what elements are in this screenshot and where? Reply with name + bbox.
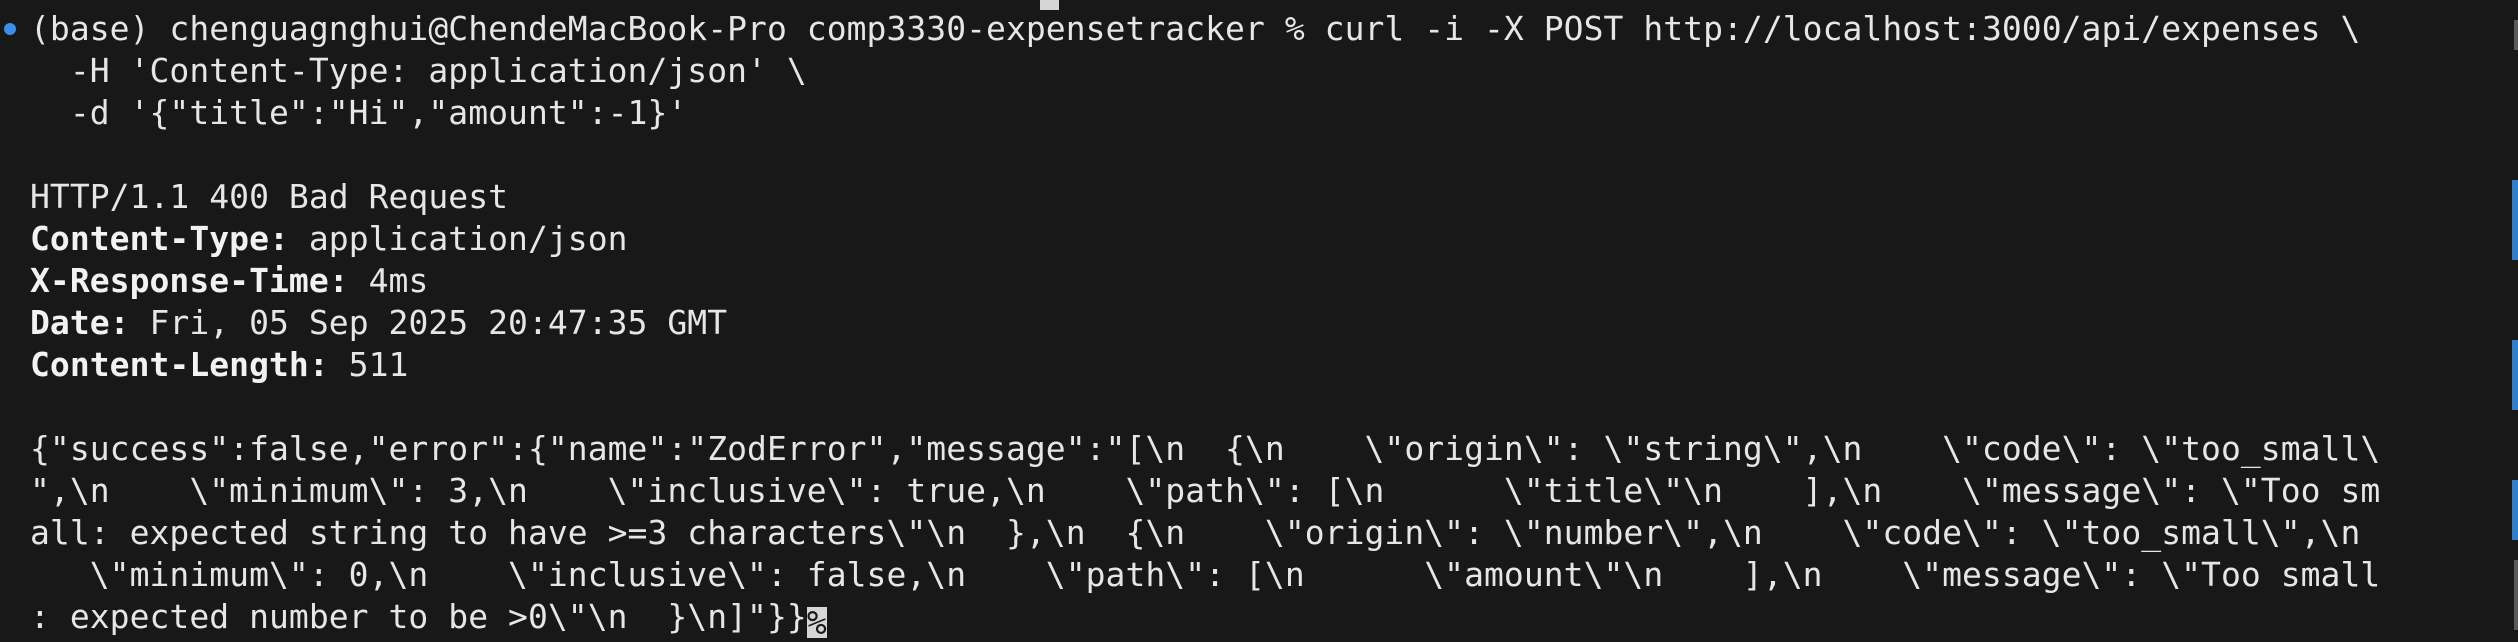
header-key: Content-Length: (30, 345, 329, 384)
response-body-line: ",\n \"minimum\": 3,\n \"inclusive\": tr… (30, 471, 2381, 510)
header-key: X-Response-Time: (30, 261, 349, 300)
scroll-mark (2514, 20, 2518, 50)
http-status-line: HTTP/1.1 400 Bad Request (30, 177, 509, 216)
header-response-time: X-Response-Time: 4ms (30, 260, 2488, 302)
command-continuation-header: -H 'Content-Type: application/json' \ (30, 51, 807, 90)
response-body-line: \"minimum\": 0,\n \"inclusive\": false,\… (30, 555, 2381, 594)
scroll-mark (2512, 340, 2518, 410)
command-continuation-data: -d '{"title":"Hi","amount":-1}' (30, 93, 688, 132)
header-key: Content-Type: (30, 219, 289, 258)
curl-command: curl -i -X POST http://localhost:3000/ap… (1324, 9, 2361, 48)
response-body-last-line: : expected number to be >0\"\n }\n]"}}% (30, 596, 2488, 638)
shell-prompt: (base) chenguagnghui@ChendeMacBook-Pro c… (30, 9, 1325, 48)
header-date: Date: Fri, 05 Sep 2025 20:47:35 GMT (30, 302, 2488, 344)
terminal-window[interactable]: (base) chenguagnghui@ChendeMacBook-Pro c… (0, 0, 2518, 642)
terminal-output: (base) chenguagnghui@ChendeMacBook-Pro c… (30, 8, 2488, 638)
header-value: 511 (328, 345, 409, 384)
scrollbar[interactable] (2508, 0, 2518, 642)
command-status-dot-icon (4, 23, 16, 35)
response-body-line: {"success":false,"error":{"name":"ZodErr… (30, 429, 2381, 468)
header-content-length: Content-Length: 511 (30, 344, 2488, 386)
scroll-mark (2512, 180, 2518, 260)
header-value: Fri, 05 Sep 2025 20:47:35 GMT (129, 303, 728, 342)
scroll-mark (2512, 480, 2518, 540)
command-line: (base) chenguagnghui@ChendeMacBook-Pro c… (30, 8, 2488, 50)
header-key: Date: (30, 303, 130, 342)
terminal-cursor: % (806, 603, 827, 638)
header-value: application/json (288, 219, 628, 258)
header-value: 4ms (348, 261, 429, 300)
response-body-text: : expected number to be >0\"\n }\n]"}} (30, 597, 807, 636)
response-body-line: all: expected string to have >=3 charact… (30, 513, 2361, 552)
scroll-mark (2514, 560, 2518, 630)
header-content-type: Content-Type: application/json (30, 218, 2488, 260)
